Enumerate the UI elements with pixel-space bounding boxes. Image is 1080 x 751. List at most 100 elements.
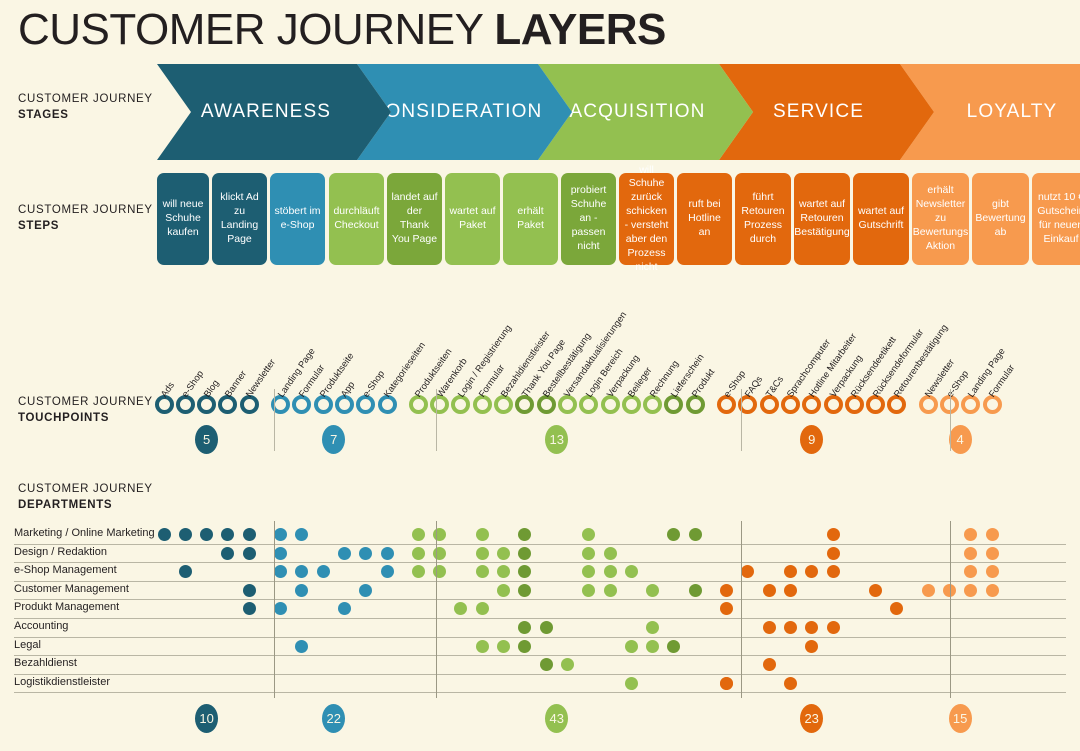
- department-touchpoint-dot[interactable]: [337, 546, 351, 560]
- department-touchpoint-dot[interactable]: [646, 639, 660, 653]
- touchpoint-circle[interactable]: [866, 395, 886, 414]
- step-card[interactable]: will Schuhe zurück schicken - versteht a…: [619, 164, 674, 273]
- step-card[interactable]: wartet auf Gutschrift: [853, 173, 909, 265]
- step-card[interactable]: gibt Bewertung ab: [972, 173, 1029, 265]
- department-touchpoint-dot[interactable]: [560, 658, 574, 672]
- department-touchpoint-dot[interactable]: [200, 528, 214, 541]
- department-touchpoint-dot[interactable]: [475, 528, 489, 541]
- step-card[interactable]: wartet auf Paket: [445, 173, 500, 265]
- department-touchpoint-dot[interactable]: [539, 658, 553, 672]
- department-touchpoint-dot[interactable]: [178, 528, 192, 541]
- touchpoint-circle[interactable]: [292, 395, 312, 414]
- touchpoint-circle[interactable]: [408, 395, 428, 414]
- department-touchpoint-dot[interactable]: [518, 546, 532, 560]
- department-touchpoint-dot[interactable]: [603, 546, 617, 560]
- department-touchpoint-dot[interactable]: [359, 546, 373, 560]
- department-touchpoint-dot[interactable]: [624, 565, 638, 579]
- department-touchpoint-dot[interactable]: [603, 583, 617, 597]
- department-touchpoint-dot[interactable]: [869, 583, 883, 597]
- department-touchpoint-dot[interactable]: [762, 583, 776, 597]
- department-touchpoint-dot[interactable]: [783, 621, 797, 634]
- touchpoint-circle[interactable]: [844, 395, 864, 414]
- department-touchpoint-dot[interactable]: [497, 546, 510, 560]
- touchpoint-circle[interactable]: [823, 395, 843, 414]
- department-touchpoint-dot[interactable]: [539, 621, 553, 634]
- touchpoint-circle[interactable]: [377, 395, 397, 414]
- department-touchpoint-dot[interactable]: [646, 583, 660, 597]
- department-touchpoint-dot[interactable]: [475, 546, 489, 560]
- touchpoint-circle[interactable]: [643, 395, 663, 414]
- department-touchpoint-dot[interactable]: [624, 639, 638, 653]
- department-touchpoint-dot[interactable]: [380, 546, 394, 560]
- touchpoint-circle[interactable]: [175, 395, 195, 414]
- department-touchpoint-dot[interactable]: [783, 565, 797, 579]
- department-touchpoint-dot[interactable]: [826, 546, 840, 560]
- department-touchpoint-dot[interactable]: [497, 639, 510, 653]
- touchpoint-circle[interactable]: [621, 395, 641, 414]
- department-touchpoint-dot[interactable]: [582, 583, 596, 597]
- department-touchpoint-dot[interactable]: [720, 676, 733, 690]
- department-touchpoint-dot[interactable]: [295, 639, 309, 653]
- touchpoint-circle[interactable]: [685, 395, 705, 414]
- department-touchpoint-dot[interactable]: [985, 565, 999, 579]
- step-card[interactable]: wartet auf Retouren Bestätigung: [794, 173, 850, 265]
- department-touchpoint-dot[interactable]: [242, 583, 256, 597]
- department-touchpoint-dot[interactable]: [242, 546, 256, 560]
- touchpoint-circle[interactable]: [154, 395, 174, 414]
- department-touchpoint-dot[interactable]: [274, 546, 287, 560]
- department-touchpoint-dot[interactable]: [688, 528, 702, 541]
- step-card[interactable]: will neue Schuhe kaufen: [157, 173, 209, 265]
- step-card[interactable]: durchläuft Checkout: [329, 173, 384, 265]
- department-touchpoint-dot[interactable]: [624, 676, 638, 690]
- department-touchpoint-dot[interactable]: [762, 658, 776, 672]
- step-card[interactable]: erhält Newsletter zu Bewertungs Aktion: [912, 173, 969, 265]
- department-touchpoint-dot[interactable]: [518, 639, 532, 653]
- touchpoint-circle[interactable]: [600, 395, 620, 414]
- department-touchpoint-dot[interactable]: [964, 546, 978, 560]
- department-touchpoint-dot[interactable]: [783, 676, 797, 690]
- touchpoint-circle[interactable]: [451, 395, 471, 414]
- touchpoint-circle[interactable]: [759, 395, 779, 414]
- department-touchpoint-dot[interactable]: [242, 528, 256, 541]
- department-touchpoint-dot[interactable]: [826, 528, 840, 541]
- touchpoint-circle[interactable]: [717, 395, 736, 414]
- step-card[interactable]: ruft bei Hotline an: [677, 173, 732, 265]
- stage-arrow-awareness[interactable]: AWARENESS: [157, 64, 391, 160]
- touchpoint-circle[interactable]: [579, 395, 599, 414]
- step-card[interactable]: probiert Schuhe an - passen nicht: [561, 173, 616, 265]
- touchpoint-circle[interactable]: [982, 395, 1002, 414]
- touchpoint-circle[interactable]: [472, 395, 492, 414]
- department-touchpoint-dot[interactable]: [411, 565, 425, 579]
- department-touchpoint-dot[interactable]: [667, 639, 681, 653]
- department-touchpoint-dot[interactable]: [157, 528, 171, 541]
- department-touchpoint-dot[interactable]: [720, 583, 733, 597]
- department-touchpoint-dot[interactable]: [582, 546, 596, 560]
- touchpoint-circle[interactable]: [356, 395, 376, 414]
- department-touchpoint-dot[interactable]: [475, 565, 489, 579]
- touchpoint-circle[interactable]: [313, 395, 333, 414]
- touchpoint-circle[interactable]: [197, 395, 217, 414]
- touchpoint-circle[interactable]: [802, 395, 822, 414]
- touchpoint-circle[interactable]: [430, 395, 450, 414]
- step-card[interactable]: erhält Paket: [503, 173, 558, 265]
- department-touchpoint-dot[interactable]: [359, 583, 373, 597]
- department-touchpoint-dot[interactable]: [985, 546, 999, 560]
- department-touchpoint-dot[interactable]: [380, 565, 394, 579]
- department-touchpoint-dot[interactable]: [762, 621, 776, 634]
- department-touchpoint-dot[interactable]: [985, 528, 999, 541]
- department-touchpoint-dot[interactable]: [316, 565, 330, 579]
- touchpoint-circle[interactable]: [961, 395, 981, 414]
- touchpoint-circle[interactable]: [515, 395, 535, 414]
- touchpoint-circle[interactable]: [239, 395, 259, 414]
- department-touchpoint-dot[interactable]: [826, 621, 840, 634]
- department-touchpoint-dot[interactable]: [826, 565, 840, 579]
- department-touchpoint-dot[interactable]: [221, 546, 235, 560]
- department-touchpoint-dot[interactable]: [603, 565, 617, 579]
- department-touchpoint-dot[interactable]: [411, 528, 425, 541]
- department-touchpoint-dot[interactable]: [475, 639, 489, 653]
- department-touchpoint-dot[interactable]: [178, 565, 192, 579]
- department-touchpoint-dot[interactable]: [688, 583, 702, 597]
- department-touchpoint-dot[interactable]: [921, 583, 935, 597]
- touchpoint-circle[interactable]: [494, 395, 513, 414]
- department-touchpoint-dot[interactable]: [783, 583, 797, 597]
